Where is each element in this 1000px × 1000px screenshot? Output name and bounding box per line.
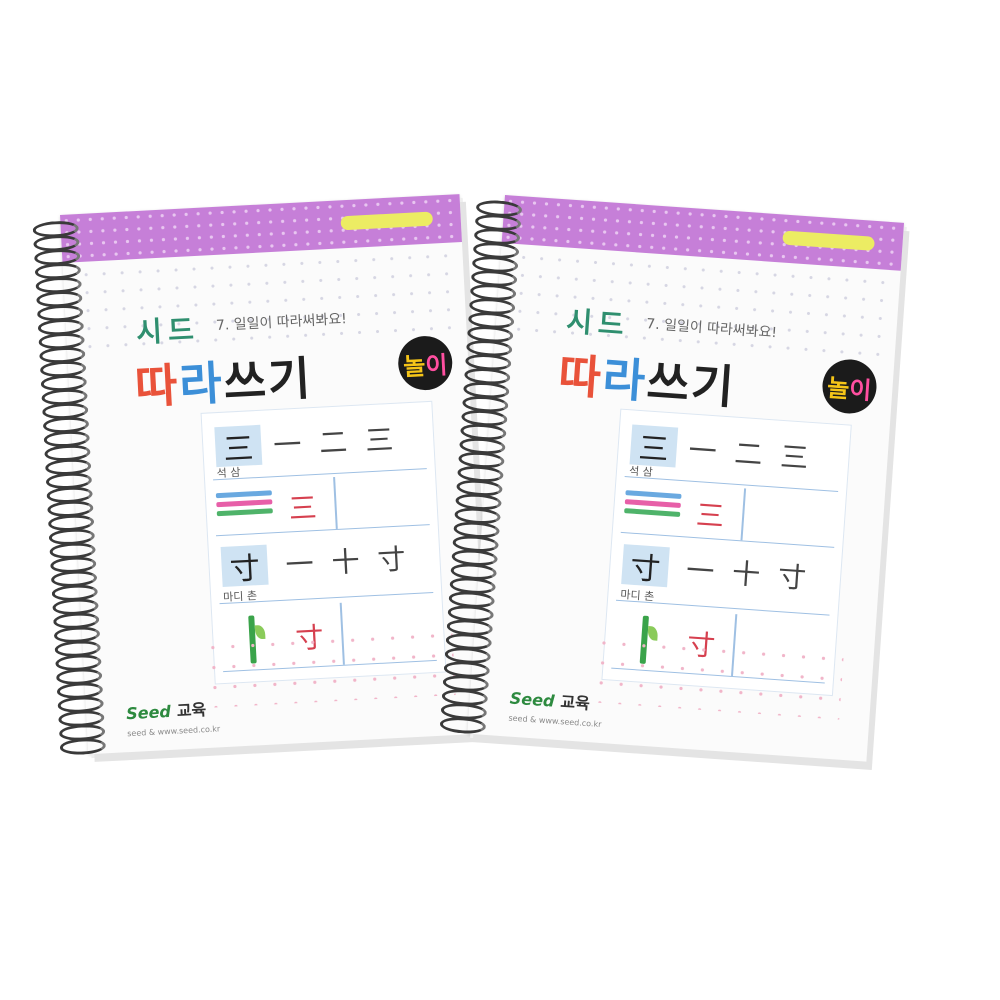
badge-part: 놀 (826, 373, 851, 403)
badge-part: 놀 (402, 351, 427, 381)
hanja-meaning: 마디 촌 (619, 588, 655, 604)
brand-name: 시드 (565, 304, 631, 342)
workbook-left: 시드 7. 일일이 따라써봐요! 따라쓰기 놀이 三 一 二 三 석 삼 三 寸 (32, 194, 488, 756)
stroke-step: 寸 (376, 542, 407, 577)
hanja-box: 三 (629, 424, 679, 468)
workbook-right: 시드 7. 일일이 따라써봐요! 따라쓰기 놀이 三 一 二 三 석 삼 三 寸 (439, 195, 905, 762)
title-part: 따 (133, 358, 181, 415)
cover-title: 따라쓰기 (556, 339, 738, 417)
stroke-step: 二 (733, 436, 764, 472)
stroke-step: 三 (779, 439, 810, 475)
red-hanja: 三 (287, 490, 318, 526)
logo-korean: 교육 (559, 692, 591, 714)
title-part: 따 (556, 348, 605, 406)
stroke-step: 一 (685, 553, 716, 589)
badge-part: 이 (848, 375, 873, 405)
brand-name: 시드 (135, 312, 201, 350)
colored-bars (624, 490, 682, 521)
logo-text: Seed (509, 688, 556, 711)
badge-part: 이 (424, 350, 449, 380)
hanja-meaning: 석 삼 (628, 464, 654, 479)
stroke-step: 十 (330, 544, 361, 580)
product-photo: 시드 7. 일일이 따라써봐요! 따라쓰기 놀이 三 一 二 三 석 삼 三 寸 (0, 0, 1000, 1000)
stroke-step: 三 (364, 422, 395, 458)
red-hanja: 三 (695, 498, 726, 534)
hanja-box: 寸 (220, 544, 269, 588)
stroke-step: 十 (731, 556, 762, 592)
hanja-box: 三 (214, 424, 263, 468)
stroke-step: 二 (318, 425, 349, 460)
hanja-box: 寸 (621, 544, 670, 588)
title-part: 쓰기 (222, 351, 314, 410)
hanja-meaning: 석 삼 (216, 465, 241, 481)
stroke-step: 一 (687, 433, 718, 469)
title-part: 라 (600, 351, 649, 409)
logo-korean: 교육 (176, 700, 207, 721)
publisher-logo: Seed 교육 (125, 696, 207, 724)
stroke-step: 一 (272, 427, 303, 463)
pink-dot-pattern (202, 625, 456, 709)
logo-text: Seed (125, 701, 172, 724)
title-part: 쓰기 (645, 354, 738, 415)
hanja-meaning: 마디 촌 (222, 589, 258, 604)
title-part: 라 (177, 355, 226, 412)
stroke-step: 一 (284, 547, 315, 582)
colored-bars (215, 490, 273, 520)
cover-title: 따라쓰기 (133, 342, 314, 417)
stroke-step: 寸 (776, 560, 808, 595)
